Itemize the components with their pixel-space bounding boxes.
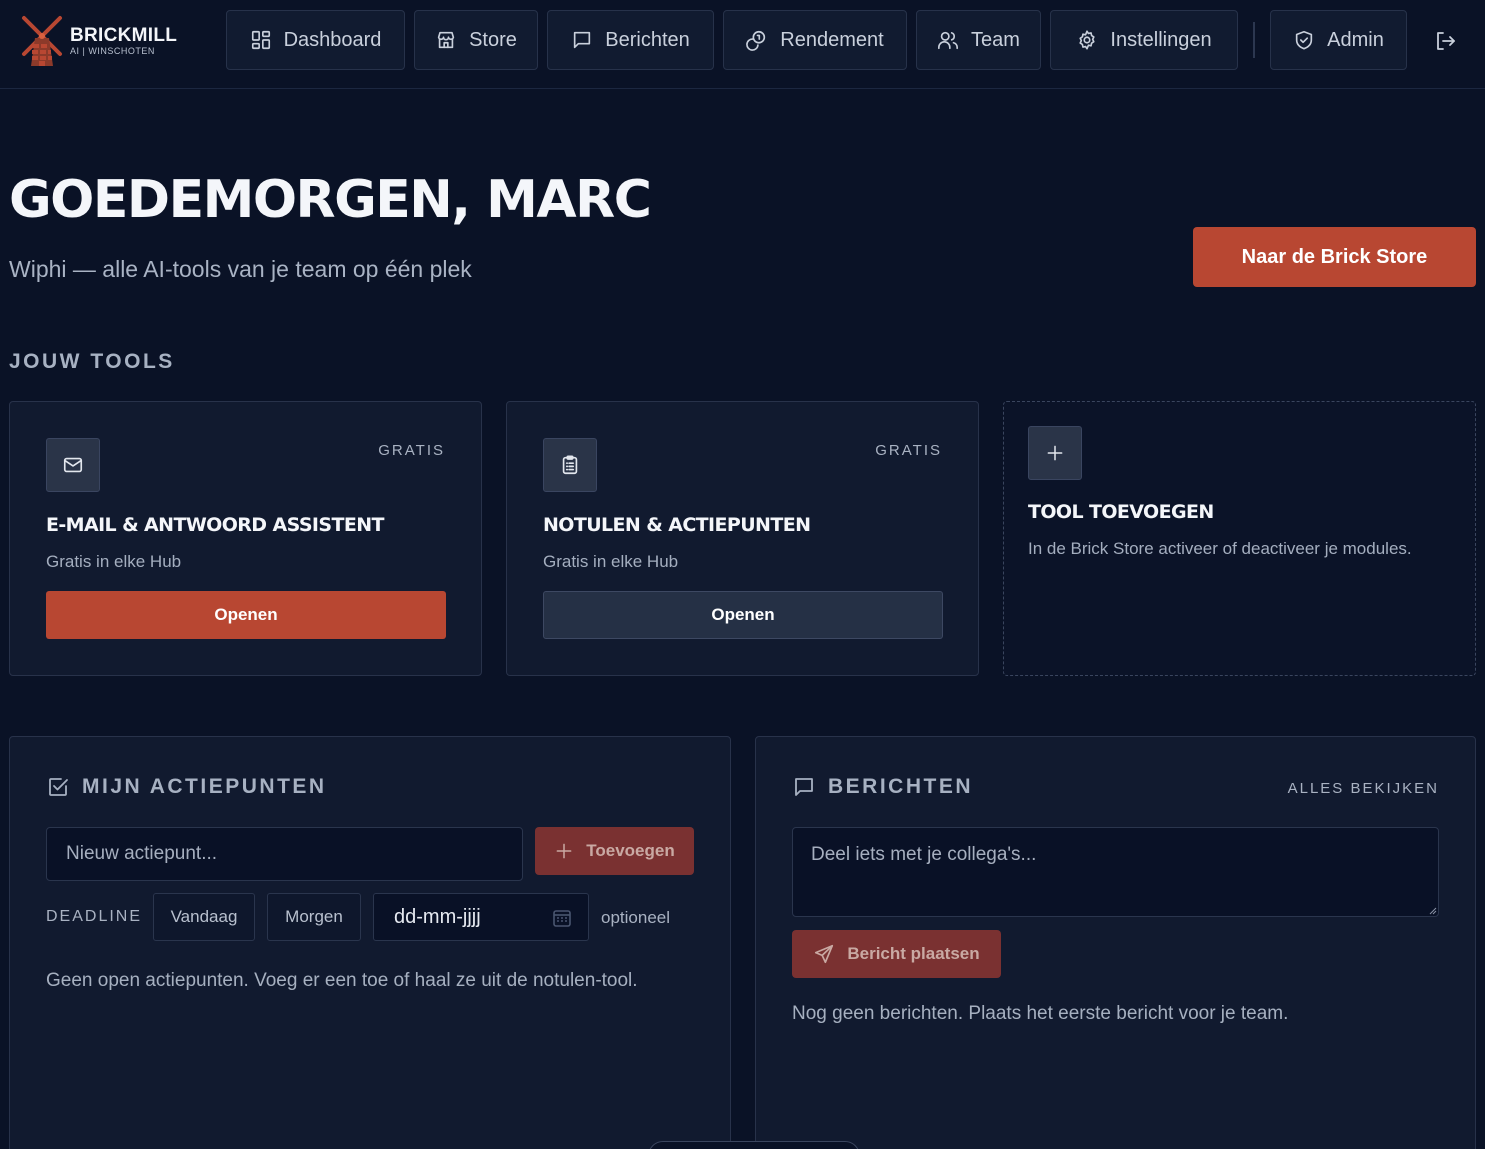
add-action-label: Toevoegen (586, 841, 675, 860)
tool-card-notulen: GRATIS NOTULEN & ACTIEPUNTEN Gratis in e… (506, 401, 979, 676)
nav-admin[interactable]: Admin (1270, 10, 1407, 70)
messages-header: BERICHTEN (792, 775, 973, 799)
see-all-messages-link[interactable]: ALLES BEKIJKEN (1288, 780, 1439, 797)
nav-admin-label: Admin (1327, 28, 1384, 51)
nav-berichten[interactable]: Berichten (547, 10, 714, 70)
nav-divider (1253, 22, 1255, 58)
tool-title: E-MAIL & ANTWOORD ASSISTENT (46, 514, 384, 536)
gear-icon (1079, 30, 1096, 50)
nav-dashboard[interactable]: Dashboard (226, 10, 405, 70)
send-icon (815, 944, 834, 964)
tools-section-title: JOUW TOOLS (9, 350, 175, 373)
dashboard-icon (251, 30, 270, 50)
messages-empty-state: Nog geen berichten. Plaats het eerste be… (792, 1003, 1289, 1024)
action-items-header: MIJN ACTIEPUNTEN (46, 775, 327, 799)
add-tool-title: TOOL TOEVOEGEN (1028, 501, 1214, 523)
brickmill-logo[interactable]: BRICKMILL AI | WINSCHOTEN (20, 14, 190, 68)
resize-handle-icon[interactable] (1429, 907, 1437, 915)
tool-icon-box (543, 438, 597, 492)
tool-description: Gratis in elke Hub (46, 552, 182, 571)
deadline-date-input[interactable]: dd-mm-jjjj (373, 893, 589, 941)
deadline-today-button[interactable]: Vandaag (153, 893, 255, 941)
windmill-icon (22, 16, 62, 66)
action-items-empty-state: Geen open actiepunten. Voeg er een toe o… (46, 970, 638, 991)
message-square-icon (795, 778, 813, 796)
new-action-input[interactable] (46, 827, 523, 881)
nav-rendement[interactable]: Rendement (723, 10, 907, 70)
add-tool-description: In de Brick Store activeer of deactiveer… (1028, 539, 1412, 558)
nav-berichten-label: Berichten (605, 28, 690, 51)
add-tool-card[interactable]: TOOL TOEVOEGEN In de Brick Store activee… (1003, 401, 1476, 676)
nav-instellingen-label: Instellingen (1110, 28, 1212, 51)
nav-team-label: Team (971, 28, 1020, 51)
tool-description: Gratis in elke Hub (543, 552, 679, 571)
brand-name: BRICKMILL (70, 24, 178, 46)
price-badge: GRATIS (875, 442, 942, 459)
add-action-button[interactable]: Toevoegen (535, 827, 694, 875)
action-items-panel: MIJN ACTIEPUNTEN Toevoegen DEADLINE Vand… (9, 736, 731, 1149)
add-tool-icon-box[interactable] (1028, 426, 1082, 480)
nav-instellingen[interactable]: Instellingen (1050, 10, 1238, 70)
messages-title: BERICHTEN (828, 775, 974, 798)
calendar-icon[interactable] (552, 908, 572, 928)
tool-icon-box (46, 438, 100, 492)
message-textarea[interactable] (792, 827, 1439, 917)
deadline-label: DEADLINE (46, 908, 143, 925)
nav-dashboard-label: Dashboard (283, 28, 382, 51)
nav-store-label: Store (469, 28, 517, 51)
open-email-tool-button[interactable]: Openen (46, 591, 446, 639)
nav-team[interactable]: Team (916, 10, 1041, 70)
page-subtitle: Wiphi — alle AI-tools van je team op één… (9, 256, 472, 282)
plus-icon (556, 843, 572, 859)
clipboard-icon (562, 455, 578, 475)
nav-rendement-label: Rendement (780, 28, 884, 51)
post-message-label: Bericht plaatsen (847, 944, 980, 963)
date-placeholder: dd-mm-jjjj (394, 905, 481, 928)
price-badge: GRATIS (378, 442, 445, 459)
shield-check-icon (1295, 30, 1313, 50)
tool-title: NOTULEN & ACTIEPUNTEN (543, 514, 811, 536)
floating-pill[interactable] (648, 1141, 860, 1149)
optional-hint: optioneel (601, 908, 671, 927)
top-navigation: BRICKMILL AI | WINSCHOTEN Dashboard Stor… (0, 0, 1485, 89)
messages-panel: BERICHTEN ALLES BEKIJKEN Bericht plaatse… (755, 736, 1476, 1149)
brick-store-button[interactable]: Naar de Brick Store (1193, 227, 1476, 287)
mail-icon (63, 457, 83, 473)
page-title: GOEDEMORGEN, MARC (9, 170, 652, 230)
action-items-title: MIJN ACTIEPUNTEN (82, 775, 327, 798)
plus-icon (1047, 445, 1063, 461)
brand-subtitle: AI | WINSCHOTEN (70, 45, 155, 56)
logout-button[interactable] (1428, 24, 1462, 58)
checkbox-icon (49, 778, 68, 796)
deadline-tomorrow-button[interactable]: Morgen (267, 893, 361, 941)
open-notulen-tool-button[interactable]: Openen (543, 591, 943, 639)
users-icon (938, 31, 959, 50)
store-icon (437, 31, 455, 49)
tool-card-email: GRATIS E-MAIL & ANTWOORD ASSISTENT Grati… (9, 401, 482, 676)
nav-store[interactable]: Store (414, 10, 538, 70)
post-message-button[interactable]: Bericht plaatsen (792, 930, 1001, 978)
coins-icon (746, 30, 766, 51)
message-square-icon (574, 31, 591, 49)
logout-icon (1437, 32, 1455, 50)
